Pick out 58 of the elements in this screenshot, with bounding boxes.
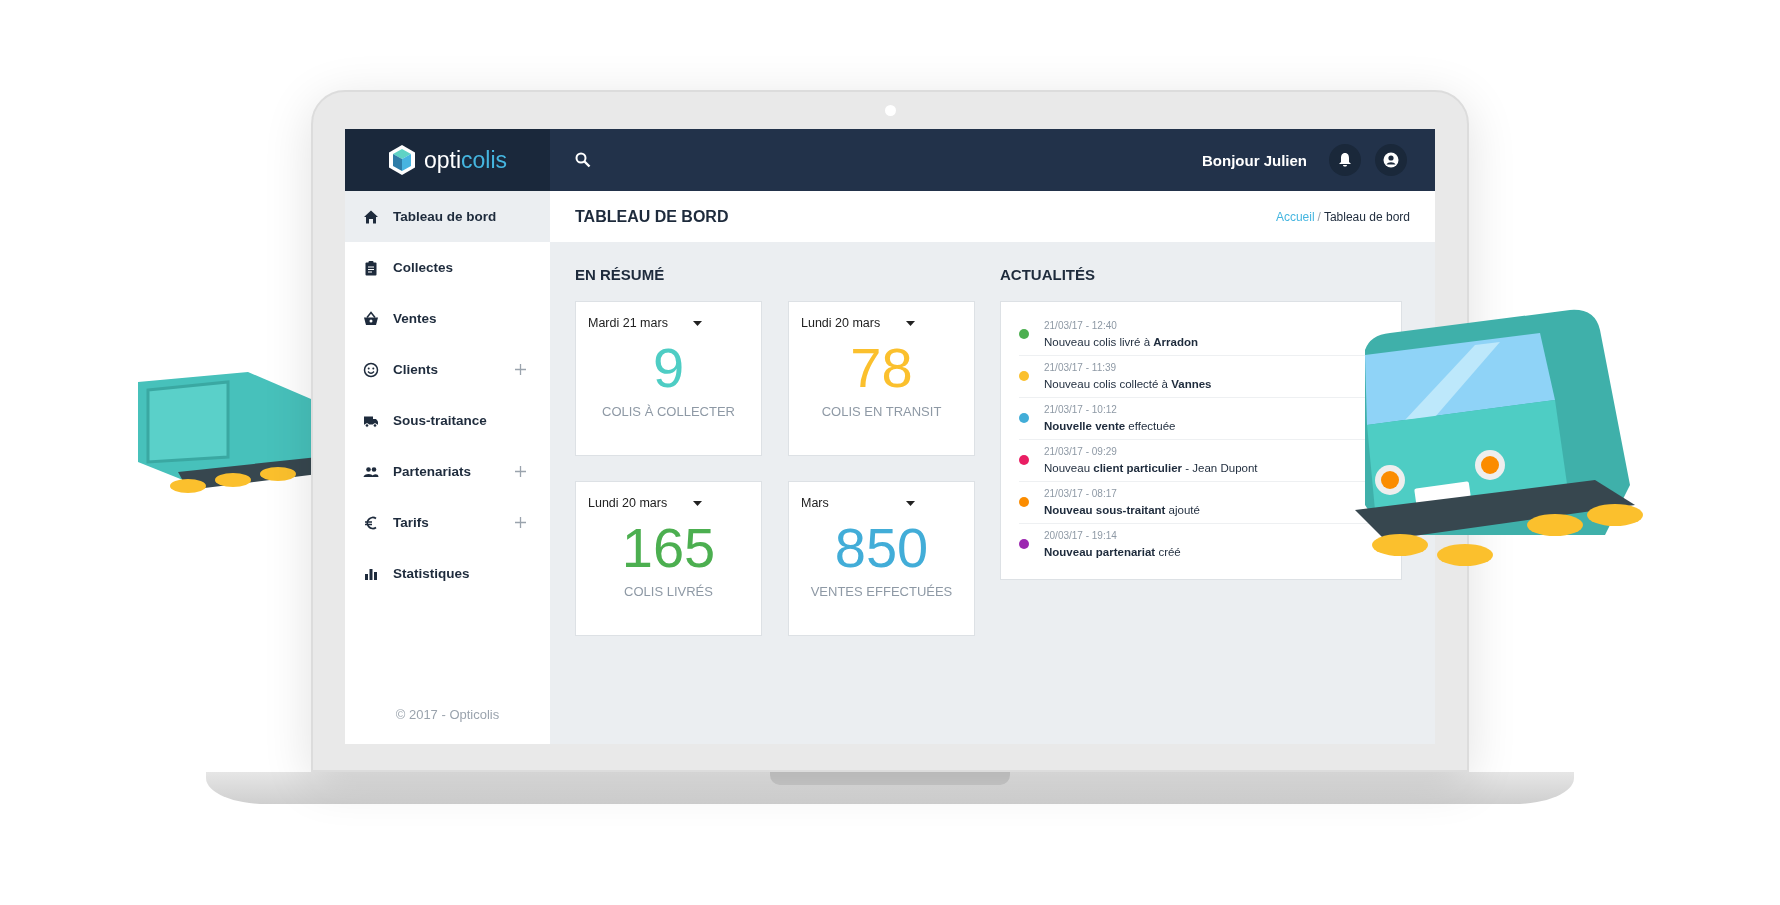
user-icon bbox=[1383, 152, 1399, 168]
sidebar-item[interactable]: Statistiques bbox=[345, 548, 550, 599]
caret-icon bbox=[693, 500, 702, 506]
news-message: Nouvelle vente effectuée bbox=[1044, 420, 1176, 432]
search-icon[interactable] bbox=[575, 152, 591, 168]
clipboard-icon bbox=[363, 259, 379, 276]
page-title: TABLEAU DE BORD bbox=[575, 207, 729, 226]
home-icon bbox=[363, 208, 379, 225]
news-message: Nouveau client particulier - Jean Dupont bbox=[1044, 462, 1258, 474]
copyright-text: © 2017 - Opticolis bbox=[394, 707, 501, 724]
breadcrumb-separator: / bbox=[1317, 209, 1321, 224]
stat-label: COLIS LIVRÉS bbox=[624, 584, 713, 599]
period-dropdown[interactable]: Lundi 20 mars bbox=[588, 496, 702, 510]
plus-icon[interactable] bbox=[515, 466, 526, 477]
sidebar-item[interactable]: Tarifs bbox=[345, 497, 550, 548]
period-dropdown[interactable]: Lundi 20 mars bbox=[801, 316, 915, 330]
period-dropdown[interactable]: Mardi 21 mars bbox=[588, 316, 702, 330]
cube-logo-icon bbox=[387, 144, 416, 176]
news-message: Nouveau colis livré à Arradon bbox=[1044, 336, 1199, 348]
caret-icon bbox=[906, 320, 915, 326]
section-title: ACTUALITÉS bbox=[1000, 266, 1096, 283]
sidebar-item[interactable]: Collectes bbox=[345, 242, 550, 293]
greeting-text: Bonjour Julien bbox=[1202, 151, 1307, 169]
plus-icon[interactable] bbox=[515, 364, 526, 375]
sidebar-item[interactable]: Ventes bbox=[345, 293, 550, 344]
news-time: 21/03/17 - 08:17 bbox=[1044, 488, 1118, 499]
stat-value: 9 bbox=[652, 336, 685, 400]
news-time: 21/03/17 - 10:12 bbox=[1044, 404, 1118, 415]
stat-label: COLIS À COLLECTER bbox=[602, 404, 735, 419]
news-time: 20/03/17 - 19:14 bbox=[1044, 530, 1118, 541]
caret-icon bbox=[906, 500, 915, 506]
account-button[interactable] bbox=[1375, 144, 1407, 176]
news-time: 21/03/17 - 12:40 bbox=[1044, 320, 1118, 331]
stat-value: 850 bbox=[834, 516, 929, 580]
news-message: Nouveau colis collecté à Vannes bbox=[1044, 378, 1212, 390]
bell-icon bbox=[1338, 152, 1352, 168]
smiley-icon bbox=[363, 361, 379, 378]
sidebar-item[interactable]: Clients bbox=[345, 344, 550, 395]
period-dropdown[interactable]: Mars bbox=[801, 496, 915, 510]
sidebar-item[interactable]: Sous-traitance bbox=[345, 395, 550, 446]
basket-icon bbox=[363, 310, 379, 327]
stat-label: COLIS EN TRANSIT bbox=[821, 404, 942, 419]
stat-value: 78 bbox=[850, 336, 913, 400]
stat-value: 165 bbox=[621, 516, 716, 580]
sidebar-item[interactable]: Partenariats bbox=[345, 446, 550, 497]
sidebar-item[interactable]: Tableau de bord bbox=[345, 191, 550, 242]
euro-icon bbox=[363, 514, 379, 531]
news-time: 21/03/17 - 09:29 bbox=[1044, 446, 1118, 457]
news-message: Nouveau partenariat créé bbox=[1044, 546, 1181, 558]
section-title: EN RÉSUMÉ bbox=[575, 266, 666, 283]
news-message: Nouveau sous-traitant ajouté bbox=[1044, 504, 1200, 516]
news-time: 21/03/17 - 11:39 bbox=[1044, 362, 1118, 373]
notifications-button[interactable] bbox=[1329, 144, 1361, 176]
logo-text: opticolis bbox=[423, 146, 508, 174]
caret-icon bbox=[693, 320, 702, 326]
plus-icon[interactable] bbox=[515, 517, 526, 528]
breadcrumb-current: Tableau de bord bbox=[1323, 209, 1410, 224]
stat-label: VENTES EFFECTUÉES bbox=[810, 584, 953, 599]
